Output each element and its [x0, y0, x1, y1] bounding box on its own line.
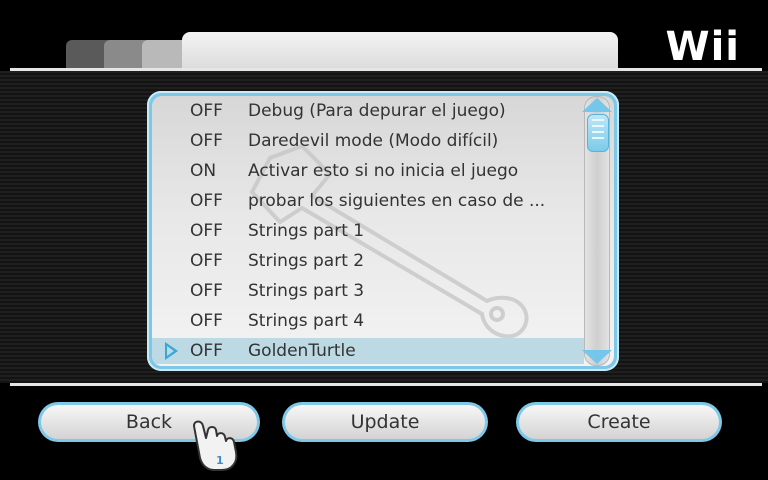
- tab-main: [182, 32, 618, 68]
- cheat-label: Debug (Para depurar el juego): [248, 101, 506, 121]
- cheat-status: OFF: [190, 191, 223, 211]
- wii-hand-pointer-icon: 1: [193, 420, 238, 471]
- cheat-row[interactable]: OFF Strings part 2: [152, 248, 584, 274]
- cheat-list-inner: OFF Debug (Para depurar el juego) OFF Dared…: [152, 96, 614, 366]
- cheat-label: Activar esto si no inicia el juego: [248, 161, 519, 181]
- cheat-row[interactable]: OFF Daredevil mode (Modo difícil): [152, 128, 584, 154]
- scroll-down-arrow-icon[interactable]: [582, 350, 612, 364]
- selection-arrow-icon: [165, 342, 178, 360]
- create-button-label: Create: [519, 405, 719, 439]
- cheat-label: GoldenTurtle: [248, 341, 356, 361]
- divider-bottom: [10, 383, 762, 386]
- cheat-row[interactable]: OFF GoldenTurtle: [152, 338, 584, 364]
- cheat-status: OFF: [190, 131, 223, 151]
- cheat-status: ON: [190, 161, 217, 181]
- cheat-row[interactable]: OFF probar los siguientes en caso de ...: [152, 188, 584, 214]
- update-button[interactable]: Update: [282, 402, 488, 442]
- scroll-up-arrow-icon[interactable]: [582, 98, 612, 112]
- cheat-list: OFF Debug (Para depurar el juego) OFF Dared…: [152, 96, 584, 366]
- cheat-list-panel: OFF Debug (Para depurar el juego) OFF Dared…: [147, 91, 619, 371]
- player-number: 1: [216, 454, 224, 467]
- cheat-label: probar los siguientes en caso de ...: [248, 191, 546, 211]
- create-button[interactable]: Create: [516, 402, 722, 442]
- cheat-row[interactable]: OFF Debug (Para depurar el juego): [152, 98, 584, 124]
- scrollbar[interactable]: [582, 96, 612, 366]
- cheat-row[interactable]: OFF Strings part 3: [152, 278, 584, 304]
- scroll-thumb[interactable]: [587, 114, 609, 152]
- cheat-status: OFF: [190, 221, 223, 241]
- top-bar: Wii: [0, 0, 768, 70]
- cheat-label: Strings part 3: [248, 281, 365, 301]
- cheat-status: OFF: [190, 311, 223, 331]
- cheat-status: OFF: [190, 251, 223, 271]
- cheat-status: OFF: [190, 281, 223, 301]
- cheat-label: Strings part 1: [248, 221, 365, 241]
- cheat-label: Strings part 4: [248, 311, 365, 331]
- cheat-row[interactable]: ON Activar esto si no inicia el juego: [152, 158, 584, 184]
- wii-logo: Wii: [665, 24, 740, 70]
- cheat-status: OFF: [190, 341, 223, 361]
- cheat-row[interactable]: OFF Strings part 1: [152, 218, 584, 244]
- cheat-label: Strings part 2: [248, 251, 365, 271]
- update-button-label: Update: [285, 405, 485, 439]
- cheat-status: OFF: [190, 101, 223, 121]
- cheat-label: Daredevil mode (Modo difícil): [248, 131, 499, 151]
- cheat-row[interactable]: OFF Strings part 4: [152, 308, 584, 334]
